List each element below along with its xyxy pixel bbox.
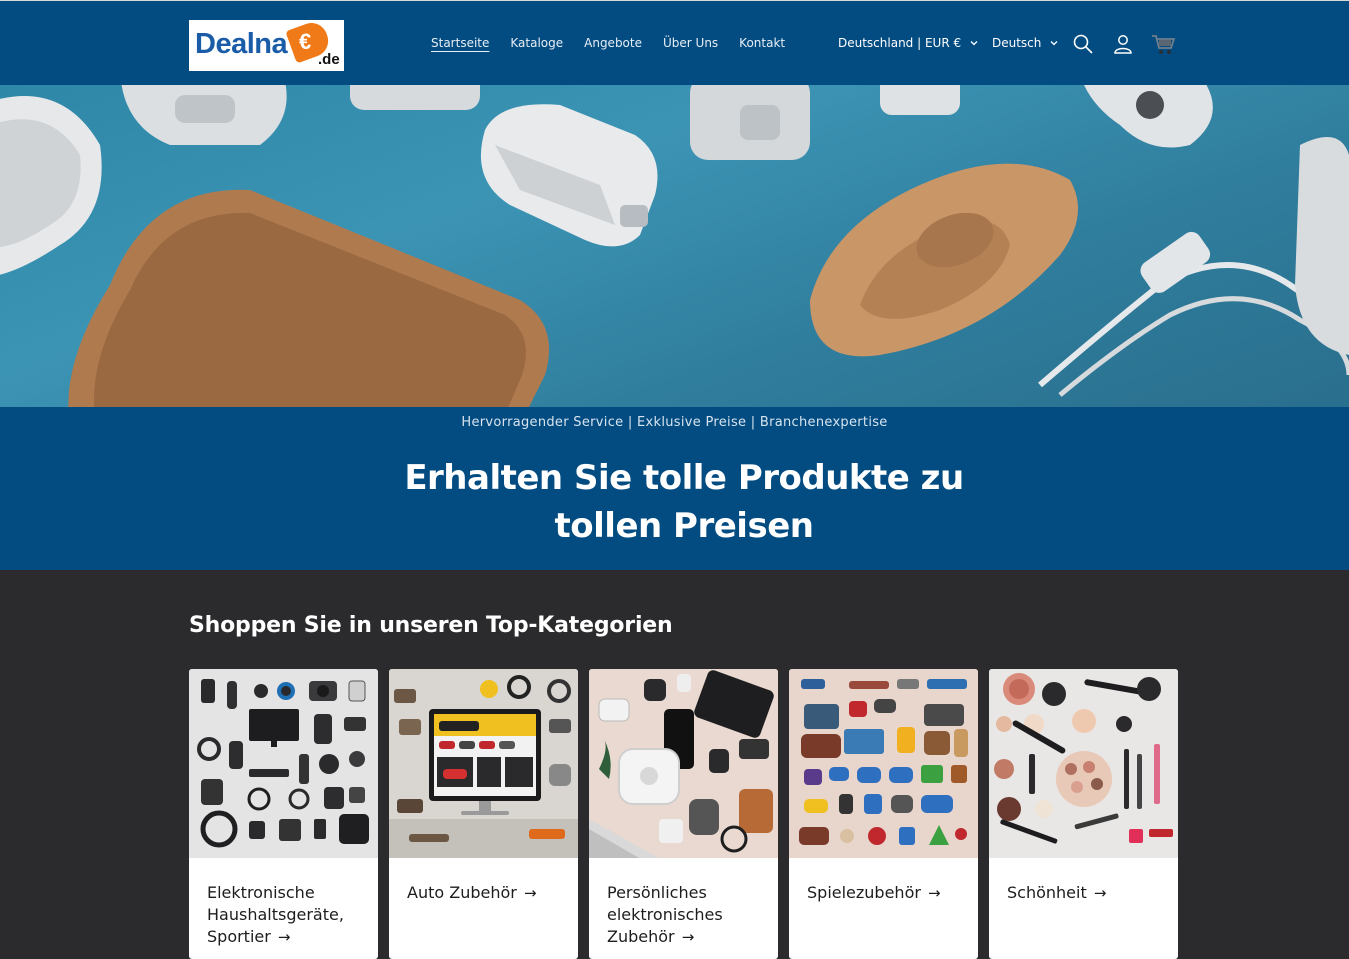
category-card-list: Elektronische Haushaltsgeräte, Sportier … <box>189 669 1179 959</box>
hero-tagline: Hervorragender Service | Exklusive Preis… <box>461 415 888 430</box>
category-name: Persönliches elektronisches Zubehör <box>607 883 723 946</box>
category-card-gaming-accessories[interactable]: Spielezubehör → <box>789 669 978 959</box>
account-icon[interactable] <box>1112 33 1134 55</box>
category-card-auto-accessories[interactable]: Auto Zubehör → <box>389 669 578 959</box>
category-card-household-electronics[interactable]: Elektronische Haushaltsgeräte, Sportier … <box>189 669 378 959</box>
main-nav: Startseite Kataloge Angebote Über Uns Ko… <box>431 36 806 50</box>
category-card-personal-electronics[interactable]: Persönliches elektronisches Zubehör → <box>589 669 778 959</box>
nav-link-angebote[interactable]: Angebote <box>584 36 642 50</box>
nav-link-kataloge[interactable]: Kataloge <box>510 36 563 50</box>
language-label: Deutsch <box>992 36 1042 50</box>
category-image-personal-electronics <box>589 669 778 858</box>
nav-link-startseite[interactable]: Startseite <box>431 36 489 50</box>
category-card-beauty[interactable]: Schönheit → <box>989 669 1178 959</box>
arrow-right-icon: → <box>928 884 941 902</box>
hero-gadgets-illustration <box>0 85 1349 407</box>
site-header: Dealna € .de Startseite Kataloge Angebot… <box>0 0 1349 85</box>
language-selector[interactable]: Deutsch <box>992 36 1059 50</box>
chevron-down-icon <box>970 41 978 46</box>
category-name: Elektronische Haushaltsgeräte, Sportier <box>207 883 344 946</box>
category-image-beauty <box>989 669 1178 858</box>
category-name: Auto Zubehör <box>407 883 517 902</box>
hero-image <box>0 85 1349 407</box>
arrow-right-icon: → <box>523 884 537 902</box>
categories-section-title: Shoppen Sie in unseren Top-Kategorien <box>189 613 673 638</box>
nav-link-kontakt[interactable]: Kontakt <box>739 36 785 50</box>
category-image-household-electronics <box>189 669 378 858</box>
site-logo[interactable]: Dealna € .de <box>189 18 344 71</box>
category-name: Schönheit <box>1007 883 1087 902</box>
category-label: Schönheit → <box>1007 882 1167 904</box>
search-icon[interactable] <box>1072 33 1094 55</box>
country-currency-label: Deutschland | EUR € <box>838 36 962 50</box>
nav-link-ueber-uns[interactable]: Über Uns <box>663 36 718 50</box>
category-image-gaming-accessories <box>789 669 978 858</box>
hero-headline: Erhalten Sie tolle Produkte zu tollen Pr… <box>404 458 964 546</box>
arrow-right-icon: → <box>681 928 695 946</box>
arrow-right-icon: → <box>277 928 291 946</box>
category-label: Auto Zubehör → <box>407 882 567 904</box>
category-label: Elektronische Haushaltsgeräte, Sportier … <box>207 882 367 948</box>
logo-wordmark: Dealna <box>195 28 288 60</box>
logo-euro-sign: € <box>299 29 312 54</box>
category-name: Spielezubehör <box>807 883 921 902</box>
arrow-right-icon: → <box>1093 884 1107 902</box>
category-image-auto-accessories <box>389 669 578 858</box>
category-label: Persönliches elektronisches Zubehör → <box>607 882 767 948</box>
cart-icon[interactable] <box>1150 31 1176 57</box>
category-label: Spielezubehör → <box>807 882 967 904</box>
hero-banner: Hervorragender Service | Exklusive Preis… <box>0 407 1349 570</box>
chevron-down-icon <box>1050 41 1058 46</box>
logo-domain-suffix: .de <box>318 51 340 68</box>
country-currency-selector[interactable]: Deutschland | EUR € <box>838 36 979 50</box>
